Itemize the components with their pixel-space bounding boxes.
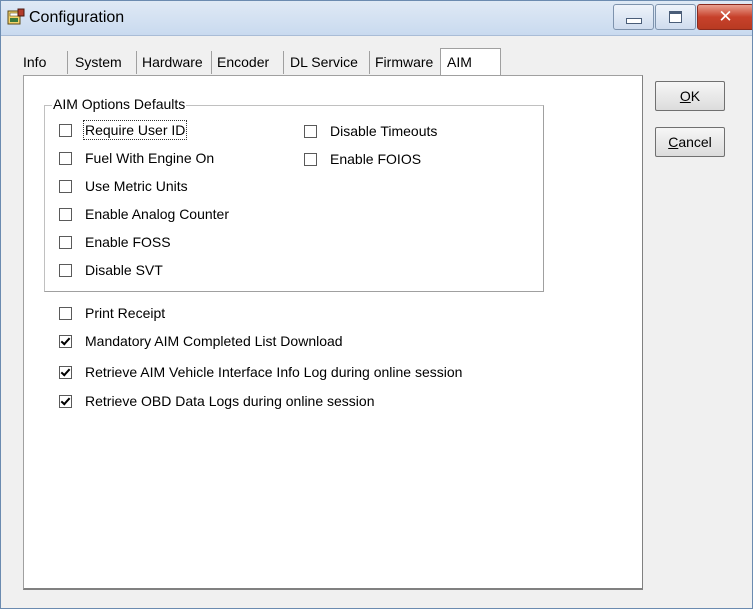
app-icon	[7, 8, 25, 26]
checkbox-label: Use Metric Units	[85, 178, 188, 194]
ok-button[interactable]: OK	[655, 81, 725, 111]
checkbox-retrieve-obd-data-logs[interactable]: Retrieve OBD Data Logs during online ses…	[59, 392, 375, 410]
tab-hardware[interactable]: Hardware	[136, 51, 203, 74]
minimize-button[interactable]	[613, 4, 654, 30]
checkbox-mandatory-aim-completed-list-download[interactable]: Mandatory AIM Completed List Download	[59, 332, 343, 350]
maximize-button[interactable]	[655, 4, 696, 30]
checkbox-label: Print Receipt	[85, 305, 166, 321]
checkbox-enable-foios[interactable]: Enable FOIOS	[304, 150, 421, 168]
checkbox-box[interactable]	[59, 306, 72, 320]
minimize-icon	[625, 18, 642, 24]
checkbox-label: Retrieve AIM Vehicle Interface Info Log …	[85, 364, 463, 380]
title-bar[interactable]: Configuration ✕	[1, 1, 752, 36]
checkbox-box[interactable]	[304, 152, 317, 166]
checkbox-use-metric-units[interactable]: Use Metric Units	[59, 177, 188, 195]
ok-label-rest: K	[690, 88, 701, 104]
checkbox-print-receipt[interactable]: Print Receipt	[59, 304, 165, 322]
checkbox-box[interactable]	[59, 123, 72, 137]
checkbox-disable-svt[interactable]: Disable SVT	[59, 261, 163, 279]
cancel-mnemonic: C	[668, 134, 679, 150]
tab-system[interactable]: System	[67, 51, 122, 74]
checkbox-label: Disable SVT	[85, 262, 163, 278]
checkbox-fuel-with-engine-on[interactable]: Fuel With Engine On	[59, 149, 214, 167]
checkbox-label: Enable FOIOS	[330, 151, 422, 167]
window-title: Configuration	[29, 9, 125, 26]
checkbox-enable-analog-counter[interactable]: Enable Analog Counter	[59, 205, 229, 223]
checkbox-box[interactable]	[59, 151, 72, 165]
tab-aim[interactable]: AIM	[440, 48, 501, 76]
checkbox-label: Enable Analog Counter	[85, 206, 229, 222]
checkbox-box[interactable]	[59, 207, 72, 221]
checkbox-retrieve-aim-vehicle-interface-info-log[interactable]: Retrieve AIM Vehicle Interface Info Log …	[59, 363, 462, 381]
tab-dl-service[interactable]: DL Service	[283, 51, 358, 74]
checkbox-box[interactable]	[304, 124, 317, 138]
checkbox-box[interactable]	[59, 263, 72, 277]
cancel-label-rest: ancel	[678, 134, 712, 150]
maximize-icon	[669, 11, 682, 23]
tab-encoder[interactable]: Encoder	[211, 51, 269, 74]
checkbox-label: Fuel With Engine On	[85, 150, 215, 166]
checkbox-enable-foss[interactable]: Enable FOSS	[59, 233, 171, 251]
checkbox-disable-timeouts[interactable]: Disable Timeouts	[304, 122, 437, 140]
close-button[interactable]: ✕	[697, 4, 752, 30]
aim-options-group-title: AIM Options Defaults	[52, 96, 187, 112]
checkbox-label: Mandatory AIM Completed List Download	[85, 333, 343, 349]
checkbox-box[interactable]	[59, 235, 72, 249]
checkbox-box[interactable]	[59, 334, 72, 348]
checkbox-box[interactable]	[59, 394, 72, 408]
checkbox-label: Disable Timeouts	[330, 123, 438, 139]
checkbox-label: Require User ID	[82, 120, 188, 140]
cancel-button[interactable]: Cancel	[655, 127, 725, 157]
checkbox-label: Retrieve OBD Data Logs during online ses…	[85, 393, 375, 409]
tab-info[interactable]: Info	[23, 51, 46, 74]
close-icon: ✕	[718, 6, 733, 27]
checkbox-box[interactable]	[59, 365, 72, 379]
ok-mnemonic: O	[679, 88, 691, 104]
checkbox-label: Enable FOSS	[85, 234, 171, 250]
checkbox-box[interactable]	[59, 179, 72, 193]
checkbox-require-user-id[interactable]: Require User ID	[59, 120, 188, 140]
tab-firmware[interactable]: Firmware	[369, 51, 433, 74]
configuration-window: Configuration ✕ Info System Hardware Enc…	[0, 0, 753, 609]
